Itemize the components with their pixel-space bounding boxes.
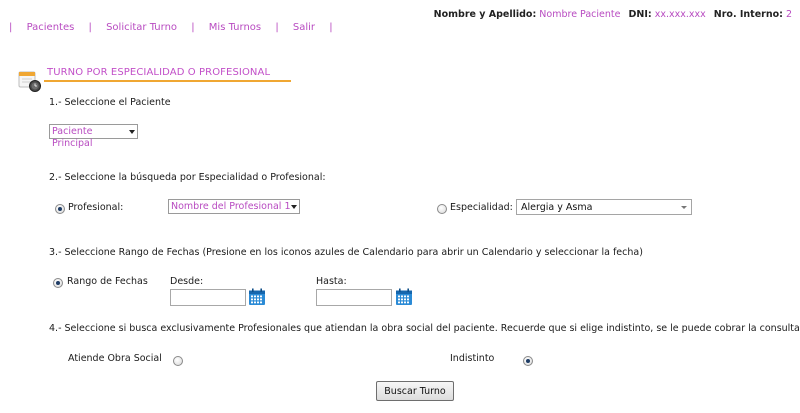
step3-label: 3.- Seleccione Rango de Fechas (Presione… <box>49 247 643 258</box>
obra-social-label: Atiende Obra Social <box>68 353 162 364</box>
nav-item-pacientes[interactable]: Pacientes <box>27 22 75 33</box>
chevron-down-icon <box>129 130 135 134</box>
especialidad-label: Especialidad: <box>450 202 513 213</box>
hasta-input[interactable] <box>316 289 392 306</box>
section-title: TURNO POR ESPECIALIDAD O PROFESIONAL <box>47 67 271 78</box>
nav-item-solicitar-turno[interactable]: Solicitar Turno <box>106 22 177 33</box>
indistinto-label: Indistinto <box>450 353 495 364</box>
step1-label: 1.- Seleccione el Paciente <box>49 97 171 108</box>
patient-select[interactable]: Paciente Principal <box>49 124 138 149</box>
buscar-turno-button[interactable]: Buscar Turno <box>376 381 454 401</box>
especialidad-select-value: Alergia y Asma <box>521 202 593 213</box>
indistinto-radio[interactable] <box>523 356 533 366</box>
nav-separator: | <box>275 22 279 33</box>
chevron-down-icon <box>681 206 687 209</box>
nav-separator: | <box>191 22 195 33</box>
profesional-select[interactable]: Nombre del Profesional 1 <box>168 199 300 214</box>
desde-input[interactable] <box>170 289 246 306</box>
profesional-label: Profesional: <box>68 202 124 213</box>
rango-fechas-label: Rango de Fechas <box>67 276 148 287</box>
hasta-label: Hasta: <box>316 276 347 287</box>
obra-social-radio[interactable] <box>173 356 183 366</box>
nav-separator: | <box>9 22 13 33</box>
nav-item-salir[interactable]: Salir <box>293 22 315 33</box>
step4-label: 4.- Seleccione si busca exclusivamente P… <box>49 323 800 334</box>
nav-separator: | <box>88 22 92 33</box>
name-label: Nombre y Apellido: <box>433 9 537 20</box>
chevron-down-icon <box>291 205 297 209</box>
especialidad-select[interactable]: Alergia y Asma <box>516 199 692 215</box>
interno-value: 2 <box>785 9 792 20</box>
name-value: Nombre Paciente <box>539 9 621 20</box>
patient-select-value: Paciente Principal <box>52 126 93 149</box>
user-info: Nombre y Apellido: Nombre Paciente DNI: … <box>434 9 792 20</box>
nav-separator: | <box>329 22 333 33</box>
dni-value: xx.xxx.xxx <box>654 9 706 20</box>
interno-label: Nro. Interno: <box>713 9 783 20</box>
calendar-clock-icon <box>18 71 41 92</box>
rango-fechas-radio[interactable] <box>53 278 63 288</box>
calendar-icon[interactable] <box>395 288 413 306</box>
nav-item-mis-turnos[interactable]: Mis Turnos <box>209 22 261 33</box>
desde-label: Desde: <box>170 276 204 287</box>
especialidad-radio[interactable] <box>437 204 447 214</box>
step2-label: 2.- Seleccione la búsqueda por Especiali… <box>49 172 326 183</box>
calendar-icon[interactable] <box>248 288 266 306</box>
section-divider <box>44 80 291 82</box>
profesional-radio[interactable] <box>55 204 65 214</box>
profesional-select-value: Nombre del Profesional 1 <box>171 201 291 212</box>
top-nav: | Pacientes | Solicitar Turno | Mis Turn… <box>9 22 344 33</box>
dni-label: DNI: <box>628 9 652 20</box>
